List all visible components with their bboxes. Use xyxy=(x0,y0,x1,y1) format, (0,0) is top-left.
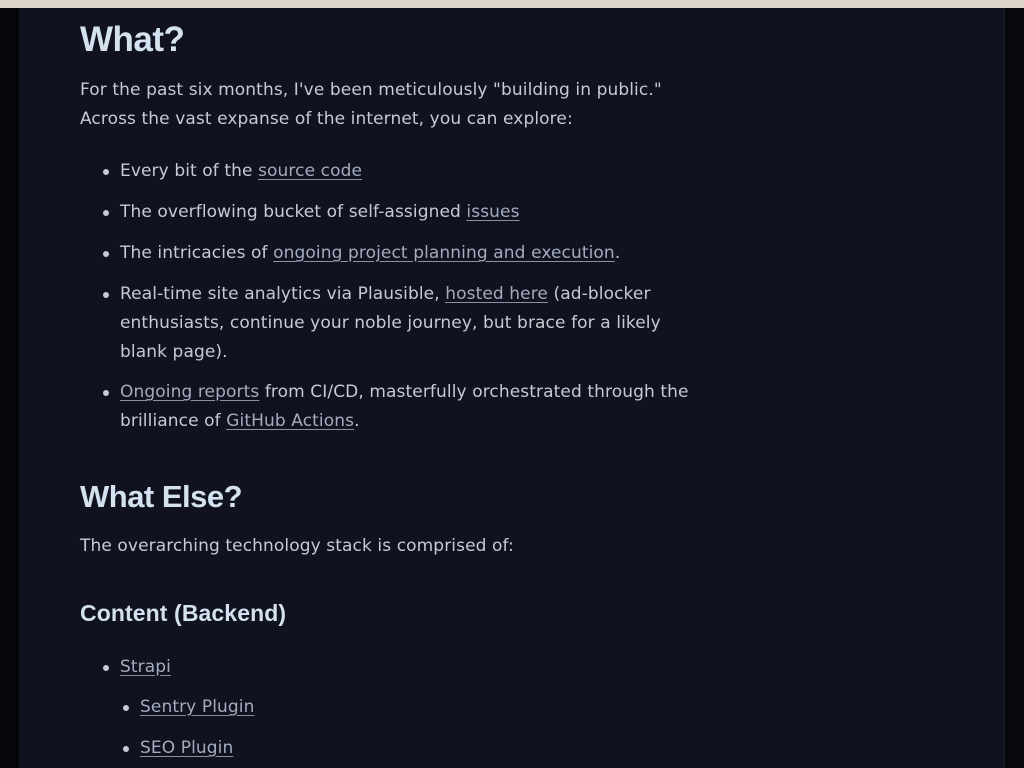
subheading-content-backend: Content (Backend) xyxy=(80,600,287,626)
list-item: Every bit of the source code xyxy=(103,157,720,186)
list-item: Strapi xyxy=(103,653,700,682)
bullet-icon xyxy=(103,251,109,257)
bullet-icon xyxy=(123,705,129,711)
project-planning-link[interactable]: ongoing project planning and execution xyxy=(273,243,615,263)
source-code-link[interactable]: source code xyxy=(258,161,362,181)
right-gutter xyxy=(1005,8,1024,768)
list-item: SEO Plugin xyxy=(123,734,700,763)
top-bar xyxy=(0,0,1024,8)
list-item: Ongoing reports from CI/CD, masterfully … xyxy=(103,378,700,436)
issues-link[interactable]: issues xyxy=(466,202,519,222)
sentry-plugin-link[interactable]: Sentry Plugin xyxy=(140,697,254,717)
section-heading-what-else: What Else? xyxy=(80,479,243,514)
left-gutter xyxy=(0,8,19,768)
strapi-link[interactable]: Strapi xyxy=(120,657,171,677)
analytics-link[interactable]: hosted here xyxy=(445,284,548,304)
bullet-icon xyxy=(103,665,109,671)
bullet-icon xyxy=(103,292,109,298)
list-item: Sentry Plugin xyxy=(123,693,700,722)
list-item: Real-time site analytics via Plausible, … xyxy=(103,280,700,367)
bullet-icon xyxy=(103,390,109,396)
github-actions-link[interactable]: GitHub Actions xyxy=(226,411,354,431)
list-item: The overflowing bucket of self-assigned … xyxy=(103,198,720,227)
article-panel: What? For the past six months, I've been… xyxy=(19,8,1005,768)
seo-plugin-link[interactable]: SEO Plugin xyxy=(140,738,233,758)
list-item: The intricacies of ongoing project plann… xyxy=(103,239,720,268)
what-else-intro: The overarching technology stack is comp… xyxy=(80,536,514,556)
section-heading-what: What? xyxy=(80,20,185,59)
bullet-icon xyxy=(103,169,109,175)
bullet-icon xyxy=(123,746,129,752)
what-intro: For the past six months, I've been metic… xyxy=(80,80,662,129)
ongoing-reports-link[interactable]: Ongoing reports xyxy=(120,382,259,402)
bullet-icon xyxy=(103,210,109,216)
